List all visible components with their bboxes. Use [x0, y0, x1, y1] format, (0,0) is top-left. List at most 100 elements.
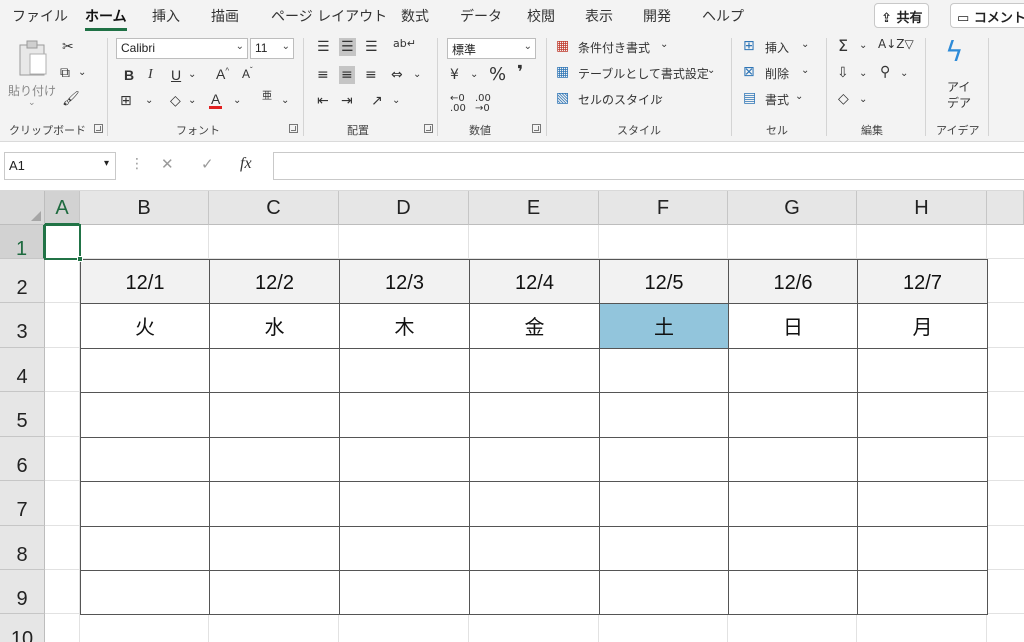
- fill-icon[interactable]: ⇩: [837, 66, 849, 80]
- ideas-button[interactable]: ϟ アイ デア: [935, 38, 981, 114]
- column-header-c[interactable]: C: [209, 191, 339, 225]
- row-header-8[interactable]: 8: [0, 526, 45, 570]
- number-launcher-icon[interactable]: [532, 124, 541, 133]
- furigana-icon[interactable]: 亜: [262, 92, 272, 102]
- tab-developer[interactable]: 開発: [643, 6, 671, 26]
- row-header-4[interactable]: 4: [0, 348, 45, 392]
- increase-font-icon[interactable]: A^: [216, 67, 229, 81]
- table-cell[interactable]: [209, 348, 340, 393]
- insert-function-icon[interactable]: fx: [240, 156, 252, 172]
- table-cell[interactable]: [469, 392, 600, 438]
- enter-icon[interactable]: ✓: [201, 157, 214, 172]
- table-cell[interactable]: [339, 481, 470, 527]
- sort-filter-icon[interactable]: A↓Z▽: [878, 38, 914, 50]
- fill-dropdown-icon[interactable]: ⌄: [188, 96, 196, 106]
- currency-dropdown-icon[interactable]: ⌄: [470, 70, 478, 80]
- column-header-a[interactable]: A: [45, 191, 80, 225]
- comment-button[interactable]: ▭ コメント: [950, 3, 1024, 28]
- tab-draw[interactable]: 描画: [211, 6, 239, 26]
- align-right-icon[interactable]: ≡: [365, 68, 377, 82]
- comma-icon[interactable]: ❜: [517, 64, 523, 82]
- row-header-2[interactable]: 2: [0, 259, 45, 303]
- table-cell[interactable]: [857, 392, 988, 438]
- table-cell[interactable]: [728, 526, 858, 571]
- table-cell[interactable]: [339, 437, 470, 482]
- date-cell[interactable]: 12/5: [599, 259, 729, 304]
- row-header-5[interactable]: 5: [0, 392, 45, 437]
- align-middle-icon[interactable]: ☰: [339, 38, 356, 56]
- table-cell[interactable]: [209, 570, 340, 615]
- align-left-icon[interactable]: ≡: [317, 68, 329, 82]
- table-cell[interactable]: [339, 526, 470, 571]
- fill-dropdown-icon[interactable]: ⌄: [859, 69, 867, 79]
- insert-cells-button[interactable]: ⊞ 挿入 ⌄: [743, 39, 813, 57]
- align-center-icon[interactable]: ≡: [339, 66, 355, 84]
- autosum-icon[interactable]: Σ: [838, 38, 848, 54]
- column-header-d[interactable]: D: [339, 191, 469, 225]
- paste-button[interactable]: 貼り付け ⌄: [6, 38, 58, 114]
- table-cell[interactable]: [80, 348, 210, 393]
- conditional-format-button[interactable]: ▦ 条件付き書式 ⌄: [556, 39, 716, 57]
- formula-input[interactable]: [273, 152, 1024, 180]
- fill-handle[interactable]: [77, 256, 83, 262]
- merge-center-icon[interactable]: ⇔: [391, 68, 403, 82]
- tab-data[interactable]: データ: [460, 6, 502, 26]
- orientation-icon[interactable]: ↗: [371, 94, 383, 108]
- selected-cell-a1[interactable]: [44, 224, 81, 260]
- table-cell[interactable]: [469, 570, 600, 615]
- date-cell[interactable]: 12/4: [469, 259, 600, 304]
- row-header-1[interactable]: 1: [0, 225, 45, 260]
- find-icon[interactable]: ⚲: [880, 65, 890, 79]
- row-header-3[interactable]: 3: [0, 303, 45, 348]
- cut-icon[interactable]: ✂: [62, 40, 74, 54]
- table-cell[interactable]: [339, 392, 470, 438]
- table-cell[interactable]: [599, 348, 729, 393]
- italic-icon[interactable]: I: [148, 68, 153, 82]
- table-cell[interactable]: [857, 348, 988, 393]
- align-top-icon[interactable]: ☰: [317, 40, 330, 54]
- table-cell[interactable]: [728, 392, 858, 438]
- table-cell[interactable]: [209, 526, 340, 571]
- column-header-e[interactable]: E: [469, 191, 599, 225]
- clear-dropdown-icon[interactable]: ⌄: [859, 95, 867, 105]
- copy-dropdown-icon[interactable]: ⌄: [78, 68, 86, 78]
- table-cell[interactable]: [209, 481, 340, 527]
- decrease-decimal-icon[interactable]: .00 →0: [475, 94, 491, 114]
- column-header-g[interactable]: G: [728, 191, 857, 225]
- tab-home[interactable]: ホーム: [85, 6, 127, 31]
- table-cell[interactable]: [728, 437, 858, 482]
- table-cell[interactable]: [857, 481, 988, 527]
- alignment-launcher-icon[interactable]: [424, 124, 433, 133]
- increase-decimal-icon[interactable]: ←0.00: [450, 94, 466, 114]
- table-cell[interactable]: [857, 437, 988, 482]
- font-launcher-icon[interactable]: [289, 124, 298, 133]
- column-header-h[interactable]: H: [857, 191, 987, 225]
- underline-icon[interactable]: U: [171, 68, 181, 82]
- date-cell[interactable]: 12/7: [857, 259, 988, 304]
- underline-dropdown-icon[interactable]: ⌄: [188, 70, 196, 80]
- cancel-icon[interactable]: ✕: [161, 157, 174, 172]
- increase-indent-icon[interactable]: ⇥: [341, 94, 353, 108]
- date-cell[interactable]: 12/3: [339, 259, 470, 304]
- font-color-icon[interactable]: A: [209, 92, 223, 109]
- table-cell[interactable]: [599, 437, 729, 482]
- decrease-indent-icon[interactable]: ⇤: [317, 94, 329, 108]
- weekday-cell[interactable]: 木: [339, 303, 470, 349]
- number-format-select[interactable]: 標準 ⌄: [447, 38, 536, 59]
- font-size-select[interactable]: 11 ⌄: [250, 38, 294, 59]
- weekday-cell[interactable]: 月: [857, 303, 988, 349]
- name-box[interactable]: A1 ▾: [4, 152, 116, 180]
- weekday-cell[interactable]: 金: [469, 303, 600, 349]
- font-name-select[interactable]: Calibri ⌄: [116, 38, 248, 59]
- tab-formulas[interactable]: 数式: [401, 6, 429, 26]
- row-header-9[interactable]: 9: [0, 570, 45, 614]
- table-cell[interactable]: [728, 570, 858, 615]
- copy-icon[interactable]: ⧉: [60, 66, 70, 80]
- table-cell[interactable]: [469, 348, 600, 393]
- furigana-dropdown-icon[interactable]: ⌄: [281, 96, 289, 106]
- format-as-table-button[interactable]: ▦ テーブルとして書式設定 ⌄: [556, 65, 726, 83]
- table-cell[interactable]: [469, 437, 600, 482]
- tab-insert[interactable]: 挿入: [152, 6, 180, 26]
- format-cells-button[interactable]: ▤ 書式 ⌄: [743, 91, 813, 109]
- delete-cells-button[interactable]: ⊠ 削除 ⌄: [743, 65, 813, 83]
